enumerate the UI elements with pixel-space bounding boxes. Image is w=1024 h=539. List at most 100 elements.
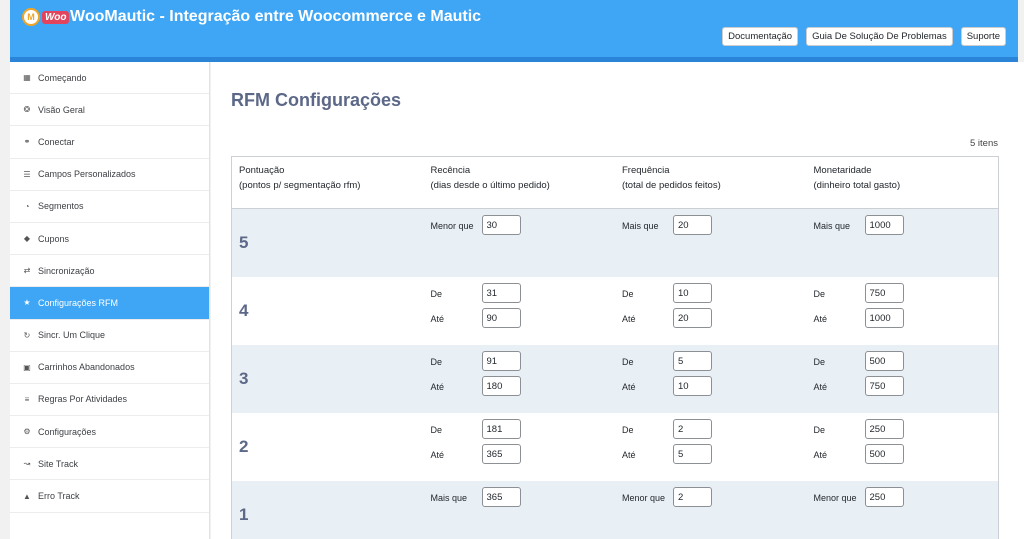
sidebar-item-sincr-um-clique[interactable]: ↻ Sincr. Um Clique	[10, 320, 209, 352]
score-value: 4	[239, 301, 249, 320]
recency-to-label: Até	[430, 450, 445, 460]
list-icon: ☰	[23, 169, 31, 179]
sidebar-item-label: Regras Por Atividades	[38, 394, 128, 405]
monetary-from-input[interactable]	[864, 419, 904, 439]
recency-from-input[interactable]	[481, 419, 521, 439]
cog-circle-icon: ❂	[23, 105, 31, 115]
sidebar-item-label: Segmentos	[38, 201, 84, 212]
monetary-label: Menor que	[813, 493, 857, 503]
line-chart-icon: ↝	[23, 459, 31, 469]
table-row: 4 De Até De Até De Até	[232, 277, 998, 345]
monetary-from-input[interactable]	[864, 351, 904, 371]
column-header-monetaridade: Monetaridade (dinheiro total gasto)	[813, 165, 901, 191]
recency-from-input[interactable]	[481, 283, 521, 303]
sidebar-item-label: Cupons	[38, 233, 70, 244]
warning-icon: ▲	[23, 491, 31, 501]
recency-min-input[interactable]	[481, 215, 521, 235]
frequency-from-input[interactable]	[673, 351, 712, 371]
sidebar-item-label: Sincr. Um Clique	[38, 330, 106, 341]
support-button[interactable]: Suporte	[960, 27, 1006, 46]
frequency-to-input[interactable]	[673, 308, 712, 328]
score-value: 2	[239, 437, 249, 456]
sidebar-item-sincronizacao[interactable]: ⇄ Sincronização	[10, 255, 209, 288]
link-icon: ⚭	[23, 137, 31, 147]
recency-to-input[interactable]	[481, 308, 521, 328]
recency-label: Mais que	[430, 493, 468, 503]
column-header-frequencia: Frequência (total de pedidos feitos)	[622, 165, 721, 191]
frequency-to-label: Até	[622, 314, 636, 324]
monetary-min-input[interactable]	[864, 215, 904, 235]
frequency-to-input[interactable]	[673, 444, 712, 464]
frequency-from-input[interactable]	[673, 419, 712, 439]
frequency-to-input[interactable]	[673, 376, 712, 396]
frequency-max-input[interactable]	[673, 487, 712, 507]
star-icon: ★	[23, 298, 31, 308]
sidebar-item-campos-personalizados[interactable]: ☰ Campos Personalizados	[10, 159, 209, 191]
column-header-pontuacao: Pontuação (pontos p/ segmentação rfm)	[239, 165, 361, 191]
sidebar: ▦ Começando ❂ Visão Geral ⚭ Conectar ☰ C…	[10, 62, 210, 539]
recency-max-input[interactable]	[481, 487, 521, 507]
sidebar-item-site-track[interactable]: ↝ Site Track	[10, 448, 209, 481]
monetary-from-input[interactable]	[864, 283, 904, 303]
frequency-to-label: Até	[622, 450, 636, 460]
sidebar-item-configuracoes[interactable]: ⚙ Configurações	[10, 416, 209, 449]
table-row: 3 De Até De Até De Até	[232, 345, 998, 413]
app-title: WooMautic - Integração entre Woocommerce…	[70, 8, 482, 25]
pie-chart-icon: ◔	[24, 201, 30, 211]
frequency-label: Mais que	[622, 221, 659, 231]
page-title: RFM Configurações	[231, 90, 402, 110]
table-header: Pontuação (pontos p/ segmentação rfm) Re…	[232, 157, 998, 209]
app-logo: M Woo	[22, 8, 70, 26]
sidebar-item-comecando[interactable]: ▦ Começando	[10, 62, 209, 95]
monetary-to-label: Até	[813, 314, 828, 324]
score-value: 3	[239, 369, 249, 388]
sidebar-item-carrinhos-abandonados[interactable]: ▣ Carrinhos Abandonados	[10, 352, 209, 384]
troubleshooting-guide-button[interactable]: Guia De Solução De Problemas	[806, 27, 953, 46]
recency-from-label: De	[430, 425, 443, 435]
items-count: 5 itens	[970, 138, 998, 149]
sidebar-item-segmentos[interactable]: ◔ Segmentos	[10, 191, 209, 223]
sidebar-item-cupons[interactable]: ◆ Cupons	[10, 223, 209, 256]
recency-from-label: De	[430, 357, 443, 367]
sidebar-item-visao-geral[interactable]: ❂ Visão Geral	[10, 94, 209, 127]
sidebar-item-configuracoes-rfm[interactable]: ★ Configurações RFM	[10, 287, 209, 320]
monetary-from-label: De	[813, 357, 826, 367]
cart-icon: ▣	[23, 362, 31, 372]
rfm-table: Pontuação (pontos p/ segmentação rfm) Re…	[231, 156, 999, 539]
table-row: 1 Mais que Menor que Menor que	[232, 481, 998, 539]
sidebar-item-erro-track[interactable]: ▲ Erro Track	[10, 480, 209, 513]
frequency-from-label: De	[622, 425, 634, 435]
monetary-max-input[interactable]	[864, 487, 904, 507]
table-row: 5 Menor que Mais que Mais que	[232, 209, 998, 277]
frequency-min-input[interactable]	[673, 215, 712, 235]
woo-logo-icon: Woo	[42, 10, 70, 24]
frequency-from-label: De	[622, 289, 634, 299]
recency-to-input[interactable]	[481, 444, 521, 464]
frequency-label: Menor que	[622, 493, 666, 503]
recency-from-input[interactable]	[481, 351, 521, 371]
frequency-from-input[interactable]	[673, 283, 712, 303]
monetary-to-input[interactable]	[864, 376, 904, 396]
recency-to-input[interactable]	[481, 376, 521, 396]
sidebar-item-label: Visão Geral	[38, 104, 85, 115]
sidebar-item-label: Começando	[38, 72, 87, 83]
sidebar-item-label: Erro Track	[38, 491, 80, 502]
monetary-from-label: De	[813, 289, 826, 299]
sidebar-item-regras-por-atividades[interactable]: ≡ Regras Por Atividades	[10, 384, 209, 417]
monetary-to-input[interactable]	[864, 308, 904, 328]
recency-label: Menor que	[430, 221, 474, 231]
sidebar-item-label: Carrinhos Abandonados	[38, 362, 135, 373]
score-value: 5	[239, 233, 249, 252]
list-ol-icon: ≡	[24, 394, 30, 404]
main-content: RFM Configurações 5 itens Pontuação (pon…	[211, 62, 1024, 539]
table-row: 2 De Até De Até De Até	[232, 413, 998, 481]
sidebar-item-conectar[interactable]: ⚭ Conectar	[10, 126, 209, 159]
monetary-to-label: Até	[813, 382, 828, 392]
mautic-logo-icon: M	[22, 8, 40, 26]
column-header-recencia: Recência (dias desde o último pedido)	[430, 165, 550, 191]
sidebar-item-label: Campos Personalizados	[38, 169, 136, 180]
sidebar-item-label: Configurações RFM	[38, 297, 119, 308]
monetary-to-input[interactable]	[864, 444, 904, 464]
documentation-button[interactable]: Documentação	[722, 27, 799, 46]
sidebar-item-label: Site Track	[38, 458, 79, 469]
